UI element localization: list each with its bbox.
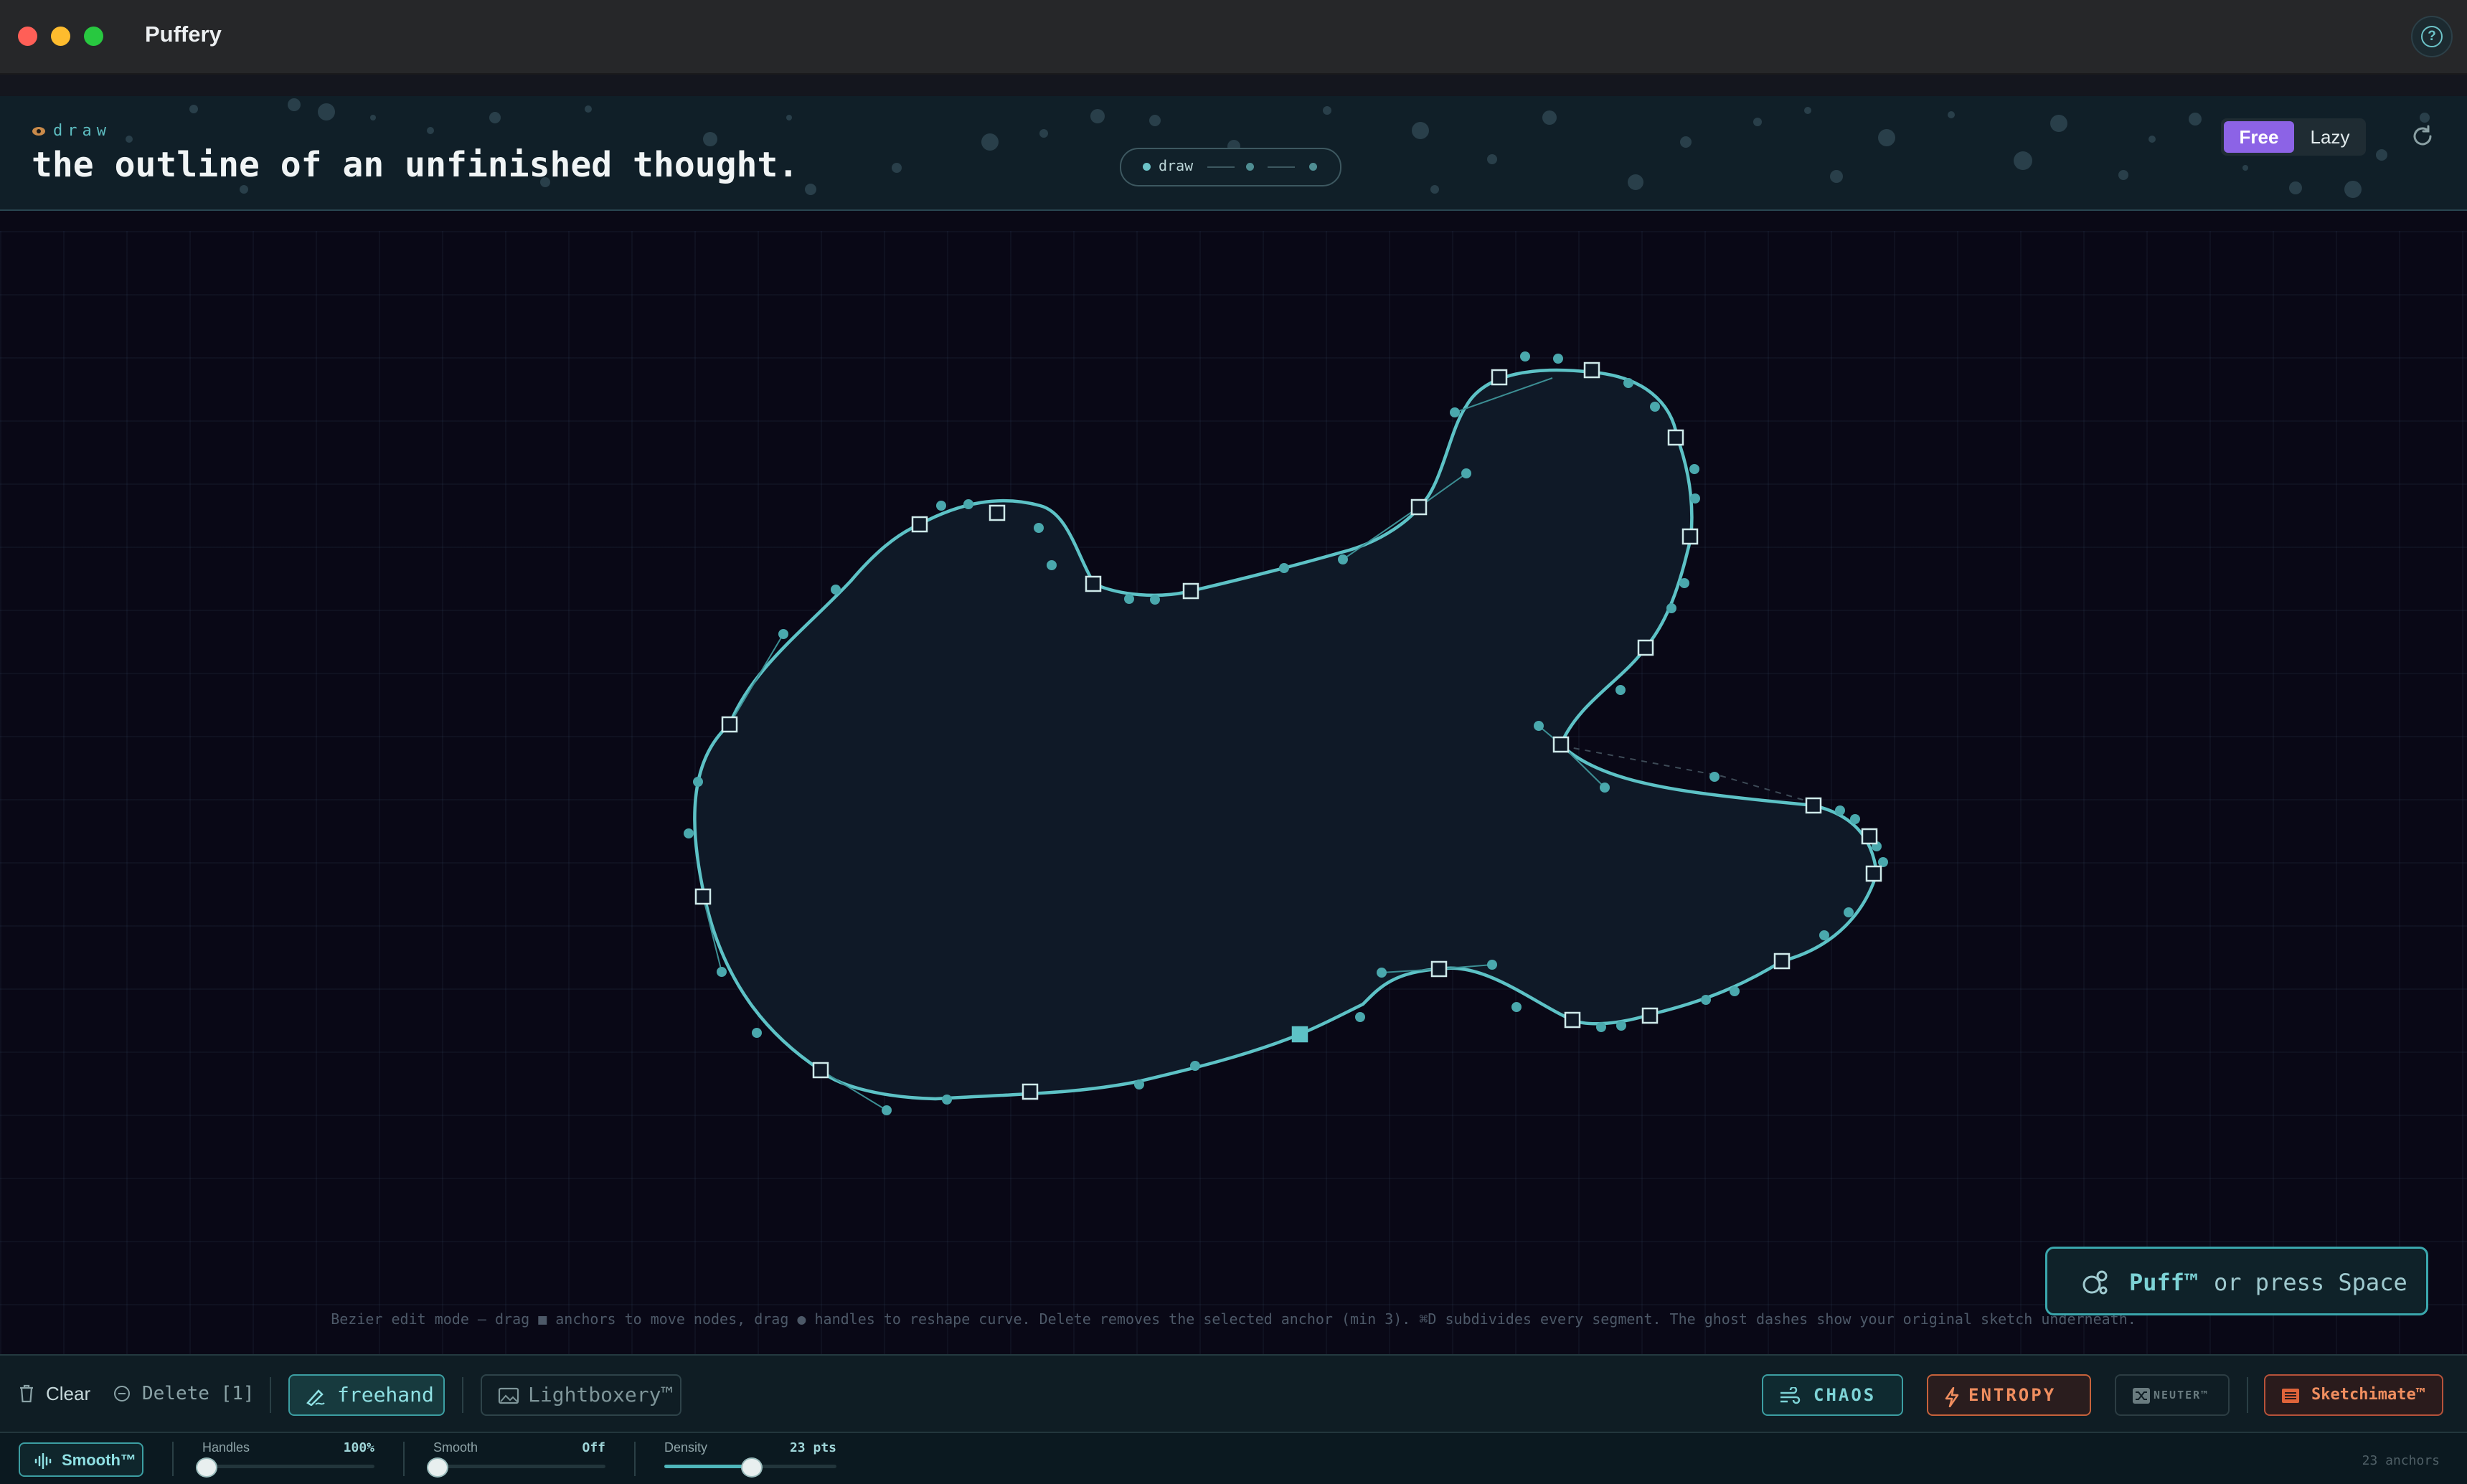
bolt-icon	[1945, 1387, 1959, 1407]
control-divider	[634, 1442, 636, 1476]
control-divider	[172, 1442, 174, 1476]
header-gap	[0, 75, 2467, 96]
smooth-thumb[interactable]	[427, 1457, 448, 1478]
eye-icon	[32, 127, 45, 136]
delete-anchor-button[interactable]: Delete [1]	[113, 1383, 255, 1404]
lightboxery-label: Lightboxery™	[528, 1383, 674, 1407]
bezier-shape[interactable]	[0, 231, 2467, 1354]
zoom-window-button[interactable]	[84, 27, 103, 46]
refresh-icon[interactable]	[2410, 123, 2435, 149]
help-icon: ?	[2421, 26, 2443, 47]
app-title: Puffery	[145, 22, 222, 47]
density-label: Density	[664, 1440, 708, 1455]
mode-tag: draw	[32, 122, 111, 140]
sketchimate-button[interactable]: Sketchimate™	[2264, 1374, 2443, 1416]
chaos-button[interactable]: CHAOS	[1762, 1374, 1903, 1416]
close-window-button[interactable]	[18, 27, 37, 46]
bubbles-icon	[2082, 1270, 2108, 1295]
anchor-count: 23 anchors	[2362, 1453, 2440, 1468]
chaos-label: CHAOS	[1813, 1385, 1877, 1405]
prompt-headline: the outline of an unfinished thought.	[32, 145, 799, 185]
entropy-label: ENTROPY	[1968, 1385, 2057, 1405]
clear-label: Clear	[46, 1383, 91, 1404]
puff-label: Puff™	[2129, 1269, 2199, 1296]
puff-shortcut-text: or press Space	[2214, 1269, 2407, 1296]
selected-anchor	[1291, 1026, 1308, 1043]
draw-mode-toggle: Free Lazy	[2221, 118, 2366, 156]
freehand-button[interactable]: freehand	[288, 1374, 445, 1416]
sketchimate-label: Sketchimate™	[2311, 1386, 2425, 1404]
free-mode-button[interactable]: Free	[2224, 121, 2294, 153]
smooth-track[interactable]	[427, 1457, 605, 1478]
step-dot	[1309, 163, 1317, 171]
step-connector	[1268, 166, 1295, 168]
density-track[interactable]	[664, 1457, 836, 1478]
handles-thumb[interactable]	[196, 1457, 217, 1478]
smooth-toggle-button[interactable]: Smooth™	[19, 1442, 143, 1477]
smooth-value: Off	[582, 1440, 605, 1455]
lightboxery-button[interactable]: Lightboxery™	[481, 1374, 681, 1416]
pencil-icon	[306, 1389, 325, 1406]
mode-tag-label: draw	[53, 122, 111, 140]
step-current-label: draw	[1159, 157, 1194, 174]
density-thumb[interactable]	[741, 1457, 763, 1478]
shape-outline	[693, 368, 1879, 1101]
handles-value: 100%	[343, 1440, 374, 1455]
toolbar-divider	[2247, 1377, 2248, 1413]
handles-label: Handles	[202, 1440, 250, 1455]
step-indicator: draw	[1120, 148, 1341, 186]
minimize-window-button[interactable]	[51, 27, 70, 46]
step-connector	[1207, 166, 1235, 168]
delete-label: Delete [1]	[142, 1383, 255, 1404]
shuffle-icon	[2133, 1388, 2150, 1404]
step-dot-current	[1143, 163, 1151, 171]
prompt-header: draw the outline of an unfinished though…	[0, 96, 2467, 211]
neuter-label: NEUTER™	[2154, 1389, 2209, 1402]
puff-button[interactable]: Puff™ or press Space	[2045, 1247, 2428, 1315]
waveform-icon	[34, 1453, 52, 1469]
image-icon	[498, 1387, 519, 1404]
entropy-button[interactable]: ENTROPY	[1927, 1374, 2091, 1416]
smooth-label: Smooth	[433, 1440, 478, 1455]
toolbar-divider	[270, 1377, 271, 1413]
clear-button[interactable]: Clear	[19, 1383, 90, 1405]
toolbar-divider	[462, 1377, 463, 1413]
density-value: 23 pts	[789, 1440, 836, 1455]
step-dot	[1246, 163, 1254, 171]
tool-bar: Clear Delete [1] freehand Lightboxery™ C…	[0, 1354, 2467, 1433]
control-divider	[403, 1442, 405, 1476]
density-fill	[664, 1465, 750, 1468]
lazy-mode-button[interactable]: Lazy	[2297, 121, 2363, 153]
title-bar: Puffery ?	[0, 0, 2467, 75]
film-icon	[2282, 1389, 2299, 1403]
neuter-button[interactable]: NEUTER™	[2115, 1374, 2230, 1416]
help-button[interactable]: ?	[2411, 16, 2453, 57]
minus-circle-icon	[114, 1386, 130, 1402]
smooth-toggle-label: Smooth™	[62, 1451, 136, 1469]
wind-icon	[1780, 1387, 1801, 1404]
trash-icon	[20, 1384, 33, 1403]
control-bar: Smooth™ Handles 100% Smooth Off Density …	[0, 1432, 2467, 1484]
drawing-canvas[interactable]: Bezier edit mode — drag ■ anchors to mov…	[0, 231, 2467, 1354]
freehand-label: freehand	[337, 1383, 434, 1407]
handles-track[interactable]	[196, 1457, 374, 1478]
